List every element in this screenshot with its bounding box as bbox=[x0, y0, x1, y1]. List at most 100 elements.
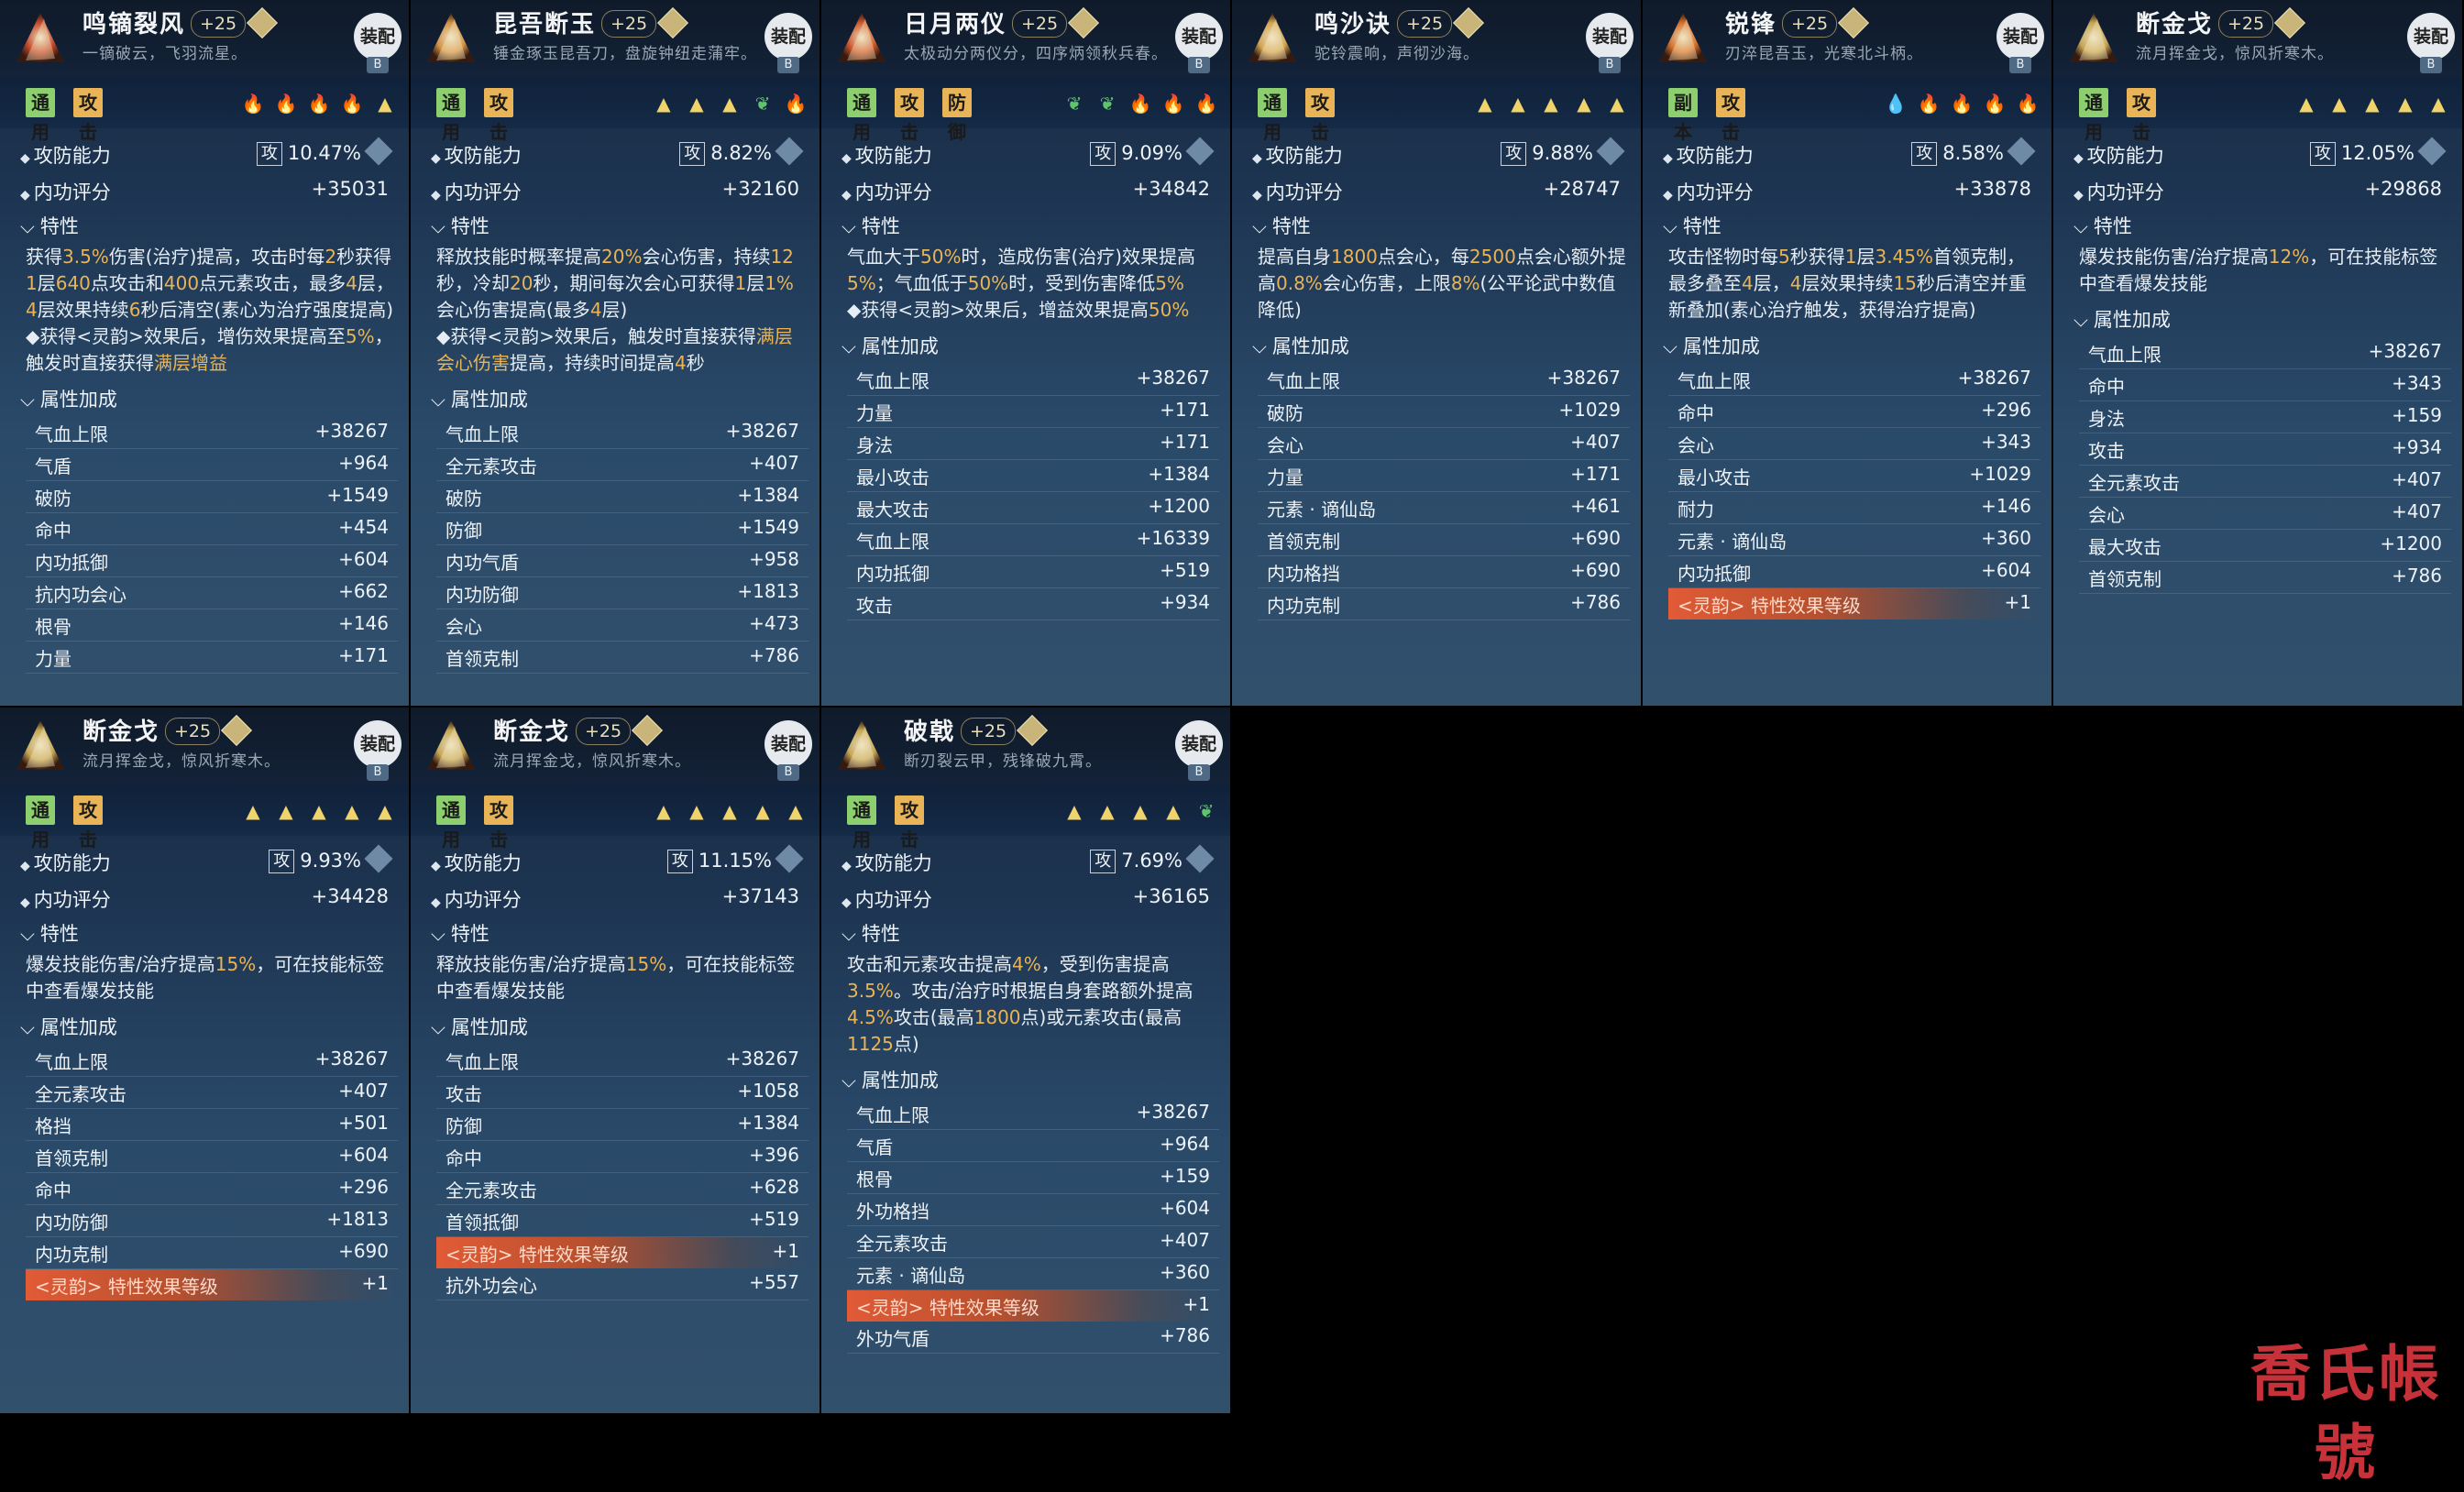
trait-section-toggle[interactable]: 特性 bbox=[411, 209, 820, 244]
attribute-row: 耐力 +146 bbox=[1668, 492, 2040, 524]
equip-button[interactable]: 装配 bbox=[354, 720, 402, 768]
equip-button[interactable]: 装配 bbox=[354, 13, 402, 60]
attribute-value: +1 bbox=[1182, 1293, 1210, 1315]
attack-stat-label: 攻防能力 bbox=[2074, 141, 2164, 169]
attribute-row: 破防 +1029 bbox=[1258, 396, 1630, 428]
equipment-card[interactable]: 鸣沙诀+25 驼铃震响，声彻沙海。 装配B 通用攻击 ▲ ▲ ▲ ▲ ▲ 攻防能力 攻9.88% 内功… bbox=[1232, 0, 1641, 706]
equip-button[interactable]: 装配 bbox=[764, 720, 812, 768]
trait-section-toggle[interactable]: 特性 bbox=[821, 209, 1230, 244]
trait-section-toggle[interactable]: 特性 bbox=[1643, 209, 2052, 244]
inner-stat-value: +28747 bbox=[1543, 178, 1621, 200]
trait-section-toggle[interactable]: 特性 bbox=[0, 209, 409, 244]
attack-percent: 10.47% bbox=[287, 142, 361, 164]
help-icon[interactable] bbox=[1596, 137, 1625, 166]
attribute-row: 抗外功会心 +557 bbox=[436, 1268, 808, 1300]
attribute-value: +628 bbox=[749, 1176, 799, 1198]
equipment-name-text: 断金戈 bbox=[82, 719, 160, 746]
inner-stat-value: +29868 bbox=[2364, 178, 2442, 200]
attribute-section-toggle[interactable]: 属性加成 bbox=[1643, 329, 2052, 364]
equipment-card[interactable]: 鸣镝裂风+25 一镝破云，飞羽流星。 装配B 通用攻击 🔥 🔥 🔥 🔥 ▲ 攻防能力 攻10.47%… bbox=[0, 0, 409, 706]
equipment-description: 流月挥金戈，惊风折寒木。 bbox=[493, 752, 691, 771]
equipment-description: 太极动分两仪分，四序炳领秋兵春。 bbox=[904, 45, 1168, 63]
tri-icon: ▲ bbox=[1544, 93, 1558, 115]
attribute-value: +519 bbox=[749, 1208, 799, 1230]
attribute-value: +604 bbox=[1981, 559, 2031, 581]
help-icon[interactable] bbox=[775, 137, 804, 166]
attribute-row: 气血上限 +16339 bbox=[847, 524, 1219, 556]
attribute-section-toggle[interactable]: 属性加成 bbox=[821, 329, 1230, 364]
equipment-card[interactable]: 昆吾断玉+25锤金琢玉昆吾刀，盘旋钟纽走蒲牢。装配B通用攻击▲▲▲❦🔥攻防能力攻… bbox=[411, 0, 820, 706]
help-icon[interactable] bbox=[364, 137, 393, 166]
equipment-card[interactable]: 锐锋+25 刃淬昆吾玉，光寒北斗柄。 装配B 副本攻击 💧 🔥 🔥 🔥 🔥 攻防能力 攻8.58% 内… bbox=[1643, 0, 2052, 706]
attack-stat-label: 攻防能力 bbox=[842, 141, 932, 169]
attribute-value: +1058 bbox=[737, 1080, 799, 1102]
help-icon[interactable] bbox=[1185, 137, 1215, 166]
equip-slot-badge: B bbox=[1188, 764, 1210, 781]
help-icon[interactable] bbox=[2007, 137, 2036, 166]
attribute-row: 气血上限 +38267 bbox=[436, 417, 808, 449]
equipment-card[interactable]: 断金戈+25 流月挥金戈，惊风折寒木。 装配B 通用攻击 ▲ ▲ ▲ ▲ ▲ 攻防能力 攻12.05… bbox=[2053, 0, 2462, 706]
equip-button[interactable]: 装配 bbox=[1586, 13, 1634, 60]
equip-button[interactable]: 装配 bbox=[1175, 720, 1223, 768]
equipment-card[interactable]: 日月两仪+25太极动分两仪分，四序炳领秋兵春。装配B通用攻击防御❦❦🔥🔥🔥攻防能… bbox=[821, 0, 1230, 706]
equipment-card[interactable]: 破戟+25 断刃裂云甲，残锋破九霄。 装配B 通用攻击 ▲ ▲ ▲ ▲ ❦ 攻防能力 攻7.69% 内… bbox=[821, 708, 1230, 1413]
attribute-row: 气血上限 +38267 bbox=[847, 364, 1219, 396]
equipment-name: 断金戈 +25 bbox=[82, 713, 253, 747]
category-tag: 副本 bbox=[1668, 88, 1698, 143]
watermark: 喬氏帳號 bbox=[2250, 1338, 2443, 1488]
help-icon[interactable] bbox=[364, 844, 393, 873]
attribute-value: +690 bbox=[1570, 559, 1621, 581]
attribute-section-toggle[interactable]: 属性加成 bbox=[0, 382, 409, 417]
tag-row: 通用 攻击 ▲ ▲ ▲ ▲ ▲ bbox=[1232, 77, 1641, 143]
attribute-value: +146 bbox=[1981, 495, 2031, 517]
attribute-row: 全元素攻击 +407 bbox=[436, 449, 808, 481]
attribute-section-toggle[interactable]: 属性加成 bbox=[1232, 329, 1641, 364]
trait-section-toggle[interactable]: 特性 bbox=[1232, 209, 1641, 244]
attack-marker: 攻 bbox=[679, 142, 706, 166]
gem-icon bbox=[1068, 7, 1100, 38]
attribute-section-toggle[interactable]: 属性加成 bbox=[2053, 302, 2462, 337]
equip-button[interactable]: 装配 bbox=[2407, 13, 2455, 60]
attribute-name: 会心 bbox=[1678, 434, 1714, 456]
tri-icon: ▲ bbox=[1610, 93, 1624, 115]
trait-section-toggle[interactable]: 特性 bbox=[2053, 209, 2462, 244]
inner-stat-row: 内功评分 +34842 bbox=[821, 172, 1230, 209]
trait-section-toggle[interactable]: 特性 bbox=[411, 916, 820, 951]
attribute-name: 防御 bbox=[446, 1115, 482, 1137]
attribute-section-toggle[interactable]: 属性加成 bbox=[411, 382, 820, 417]
trait-section-toggle[interactable]: 特性 bbox=[821, 916, 1230, 951]
attribute-value: +1549 bbox=[737, 516, 799, 538]
inner-stat-row: 内功评分 +29868 bbox=[2053, 172, 2462, 209]
attribute-name: 会心 bbox=[446, 616, 482, 638]
attribute-name: 外功气盾 bbox=[856, 1328, 930, 1350]
attribute-row: 命中 +296 bbox=[1668, 396, 2040, 428]
attack-marker: 攻 bbox=[1501, 142, 1527, 166]
equipment-description: 刃淬昆吾玉，光寒北斗柄。 bbox=[1725, 45, 1923, 63]
equip-button[interactable]: 装配 bbox=[1175, 13, 1223, 60]
help-icon[interactable] bbox=[775, 844, 804, 873]
attribute-section-toggle[interactable]: 属性加成 bbox=[0, 1010, 409, 1045]
attribute-icons: 💧 🔥 🔥 🔥 🔥 bbox=[1883, 93, 2040, 114]
attribute-name: 元素 · 谪仙岛 bbox=[856, 1265, 966, 1287]
help-icon[interactable] bbox=[1185, 844, 1215, 873]
attribute-section-toggle[interactable]: 属性加成 bbox=[821, 1063, 1230, 1098]
equipment-card[interactable]: 断金戈+25 流月挥金戈，惊风折寒木。 装配B 通用攻击 ▲ ▲ ▲ ▲ ▲ 攻防能力 攻11.15… bbox=[411, 708, 820, 1413]
equip-button[interactable]: 装配 bbox=[764, 13, 812, 60]
attribute-name: 身法 bbox=[856, 434, 893, 456]
attribute-row: 格挡 +501 bbox=[26, 1109, 398, 1141]
attribute-section-toggle[interactable]: 属性加成 bbox=[411, 1010, 820, 1045]
equip-button[interactable]: 装配 bbox=[1996, 13, 2044, 60]
equipment-card[interactable]: 断金戈+25 流月挥金戈，惊风折寒木。 装配B 通用攻击 ▲ ▲ ▲ ▲ ▲ 攻防能力 攻9.93%… bbox=[0, 708, 409, 1413]
help-icon[interactable] bbox=[2417, 137, 2447, 166]
attribute-value: +407 bbox=[1570, 431, 1621, 453]
tri-icon: ▲ bbox=[378, 800, 392, 822]
trait-section-toggle[interactable]: 特性 bbox=[0, 916, 409, 951]
attribute-row: 内功抵御 +604 bbox=[26, 545, 398, 577]
tri-icon: ▲ bbox=[1166, 800, 1181, 822]
attribute-name: 内功克制 bbox=[35, 1244, 108, 1266]
card-body: 攻防能力 攻8.82% 内功评分 +32160 特性释放技能时概率提高20%会心伤害，持… bbox=[411, 136, 820, 674]
attribute-name: 身法 bbox=[2088, 408, 2125, 430]
gem-icon bbox=[221, 715, 253, 746]
attribute-row: 内功防御 +1813 bbox=[26, 1205, 398, 1237]
attack-marker: 攻 bbox=[1911, 142, 1938, 166]
